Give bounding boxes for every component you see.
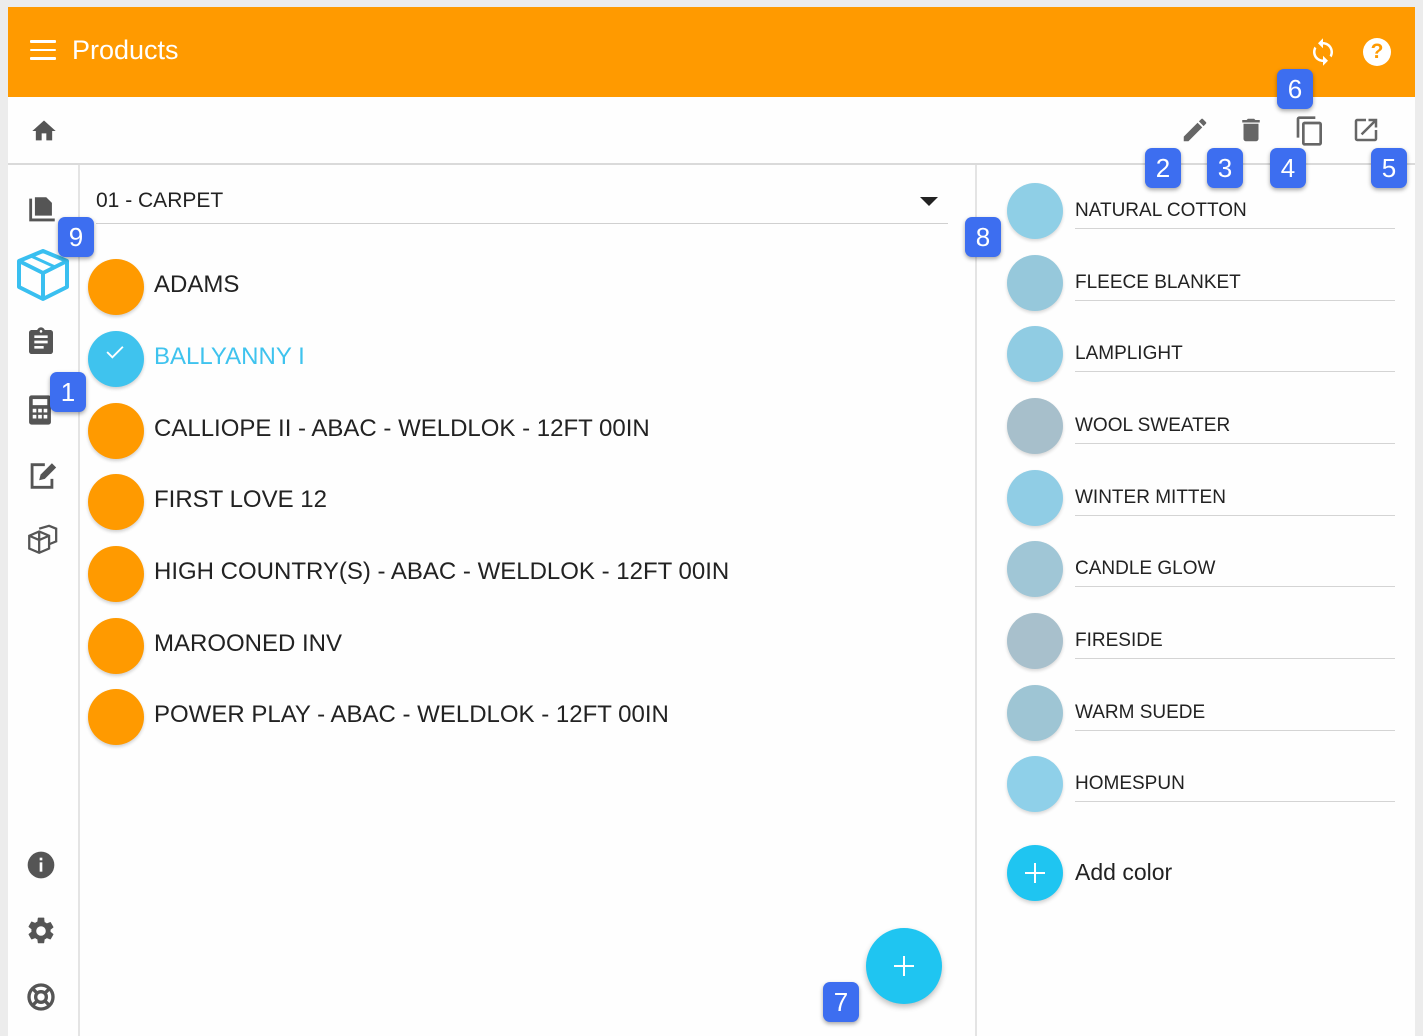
check-icon	[106, 346, 124, 359]
callout-badge: 6	[1277, 69, 1313, 109]
product-row[interactable]: ADAMS	[88, 257, 948, 317]
callout-badge: 7	[823, 982, 859, 1022]
product-avatar	[88, 689, 144, 745]
products-list-pane: 01 - CARPET ADAMS BALLYANNY I CALLIOPE I…	[80, 165, 977, 1036]
color-label: FIRESIDE	[1075, 630, 1395, 659]
color-row[interactable]: HOMESPUN	[1007, 756, 1395, 814]
color-row[interactable]: CANDLE GLOW	[1007, 541, 1395, 599]
product-row-selected[interactable]: BALLYANNY I	[88, 329, 948, 389]
callout-badge: 3	[1207, 148, 1243, 188]
callout-badge: 5	[1371, 148, 1407, 188]
settings-icon[interactable]	[25, 915, 57, 947]
clipboard-icon[interactable]	[25, 325, 57, 359]
product-row[interactable]: POWER PLAY - ABAC - WELDLOK - 12FT 00IN	[88, 687, 948, 747]
page-title: Products	[72, 35, 179, 65]
add-product-fab[interactable]	[866, 928, 942, 1004]
product-avatar	[88, 259, 144, 315]
boxes-icon[interactable]	[25, 523, 59, 557]
color-label: NATURAL COTTON	[1075, 200, 1395, 229]
color-row[interactable]: WARM SUEDE	[1007, 685, 1395, 743]
product-label: FIRST LOVE 12	[154, 486, 327, 513]
add-color-label[interactable]: Add color	[1075, 859, 1172, 886]
color-label: HOMESPUN	[1075, 773, 1395, 802]
toolbar	[8, 97, 1415, 165]
color-swatch	[1007, 470, 1063, 526]
color-swatch	[1007, 541, 1063, 597]
product-label: HIGH COUNTRY(S) - ABAC - WELDLOK - 12FT …	[154, 558, 730, 585]
color-label: WOOL SWEATER	[1075, 415, 1395, 444]
colors-pane: NATURAL COTTON FLEECE BLANKET LAMPLIGHT …	[977, 165, 1415, 1036]
product-avatar	[88, 474, 144, 530]
product-label: MAROONED INV	[154, 630, 343, 657]
sync-icon[interactable]	[1308, 37, 1338, 67]
color-swatch	[1007, 255, 1063, 311]
color-row[interactable]: FLEECE BLANKET	[1007, 255, 1395, 313]
product-label: BALLYANNY I	[154, 343, 305, 370]
info-icon[interactable]	[25, 849, 57, 881]
color-row[interactable]: WOOL SWEATER	[1007, 398, 1395, 456]
callout-badge: 9	[58, 217, 94, 257]
color-swatch	[1007, 326, 1063, 382]
product-row[interactable]: HIGH COUNTRY(S) - ABAC - WELDLOK - 12FT …	[88, 544, 948, 604]
product-row[interactable]: FIRST LOVE 12	[88, 472, 948, 532]
product-avatar	[88, 403, 144, 459]
color-row[interactable]: FIRESIDE	[1007, 613, 1395, 671]
product-row[interactable]: MAROONED INV	[88, 616, 948, 676]
signature-icon[interactable]	[25, 459, 59, 493]
product-label: POWER PLAY - ABAC - WELDLOK - 12FT 00IN	[154, 701, 669, 728]
color-label: WINTER MITTEN	[1075, 487, 1395, 516]
color-row[interactable]: LAMPLIGHT	[1007, 326, 1395, 384]
product-label: ADAMS	[154, 271, 240, 298]
dropdown-arrow-icon[interactable]	[920, 197, 938, 206]
color-row[interactable]: NATURAL COTTON	[1007, 183, 1395, 241]
callout-badge: 2	[1145, 148, 1181, 188]
product-avatar	[88, 331, 144, 387]
product-label: CALLIOPE II - ABAC - WELDLOK - 12FT 00IN	[154, 415, 650, 442]
color-label: LAMPLIGHT	[1075, 343, 1395, 372]
add-color-button[interactable]	[1007, 845, 1063, 901]
app-bar: Products ?	[8, 7, 1415, 97]
color-label: CANDLE GLOW	[1075, 558, 1395, 587]
product-avatar	[88, 618, 144, 674]
nav-rail	[8, 165, 80, 1036]
color-swatch	[1007, 685, 1063, 741]
category-select-value: 01 - CARPET	[96, 189, 224, 212]
product-row[interactable]: CALLIOPE II - ABAC - WELDLOK - 12FT 00IN	[88, 401, 948, 461]
color-swatch	[1007, 756, 1063, 812]
callout-badge: 1	[50, 372, 86, 412]
app-window: Products ? 01 - CARPET ADAMS BALLYANNY I…	[8, 7, 1415, 1036]
callout-badge: 4	[1270, 148, 1306, 188]
category-select[interactable]: 01 - CARPET	[96, 185, 948, 224]
home-icon[interactable]	[30, 117, 58, 145]
color-swatch	[1007, 183, 1063, 239]
edit-icon[interactable]	[1180, 115, 1210, 145]
delete-icon[interactable]	[1236, 115, 1266, 145]
callout-badge: 8	[965, 217, 1001, 257]
color-swatch	[1007, 613, 1063, 669]
menu-icon[interactable]	[30, 40, 56, 60]
color-row[interactable]: WINTER MITTEN	[1007, 470, 1395, 528]
product-avatar	[88, 546, 144, 602]
support-icon[interactable]	[25, 981, 57, 1013]
color-swatch	[1007, 398, 1063, 454]
open-external-icon[interactable]	[1351, 115, 1381, 145]
catalog-icon[interactable]	[25, 193, 59, 227]
help-icon[interactable]: ?	[1363, 38, 1391, 66]
color-label: FLEECE BLANKET	[1075, 272, 1395, 301]
color-label: WARM SUEDE	[1075, 702, 1395, 731]
copy-icon[interactable]	[1294, 115, 1326, 147]
